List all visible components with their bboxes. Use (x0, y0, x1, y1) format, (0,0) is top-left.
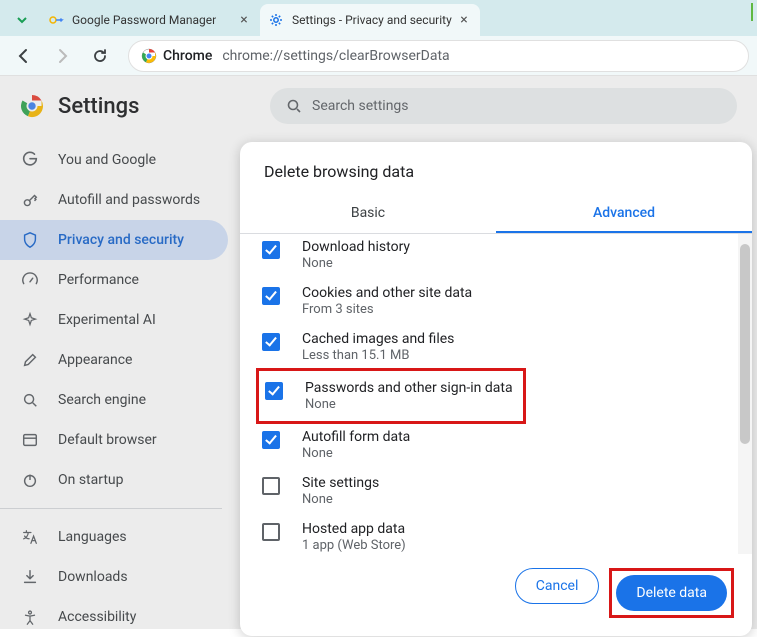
row-site-settings[interactable]: Site settings None (260, 468, 744, 514)
row-secondary: Less than 15.1 MB (302, 348, 454, 363)
row-primary: Cookies and other site data (302, 285, 472, 301)
address-bar[interactable]: Chrome chrome://settings/clearBrowserDat… (128, 40, 749, 72)
delete-data-button[interactable]: Delete data (616, 575, 727, 611)
highlight-annotation: Delete data (609, 568, 734, 618)
row-download-history[interactable]: Download history None (260, 234, 744, 278)
scrollbar-thumb[interactable] (740, 244, 750, 444)
row-secondary: None (302, 492, 379, 507)
tab-title: Google Password Manager (72, 13, 236, 27)
chrome-icon (141, 48, 157, 64)
checkbox[interactable] (262, 241, 280, 259)
row-primary: Cached images and files (302, 331, 454, 347)
dialog-footer: Cancel Delete data (240, 554, 752, 636)
chrome-label: Chrome (163, 48, 212, 64)
tab-title: Settings - Privacy and security (292, 13, 456, 27)
close-icon[interactable]: × (456, 12, 472, 28)
row-secondary: None (305, 397, 513, 412)
tab-settings[interactable]: Settings - Privacy and security × (260, 4, 480, 36)
forward-button[interactable] (46, 40, 78, 72)
row-cookies[interactable]: Cookies and other site data From 3 sites (260, 278, 744, 324)
row-primary: Site settings (302, 475, 379, 491)
row-secondary: From 3 sites (302, 302, 472, 317)
row-primary: Hosted app data (302, 521, 406, 537)
url-text: chrome://settings/clearBrowserData (222, 48, 449, 64)
key-icon (48, 12, 64, 28)
gear-icon (268, 12, 284, 28)
row-passwords[interactable]: Passwords and other sign-in data None (263, 373, 519, 419)
row-secondary: 1 app (Web Store) (302, 538, 406, 553)
checkbox[interactable] (265, 382, 283, 400)
scrollbar[interactable] (738, 234, 752, 554)
row-secondary: None (302, 256, 410, 271)
dialog-tabs: Basic Advanced (240, 195, 752, 234)
row-primary: Download history (302, 239, 410, 255)
checkbox[interactable] (262, 333, 280, 351)
row-cached-images[interactable]: Cached images and files Less than 15.1 M… (260, 324, 744, 370)
checkbox[interactable] (262, 287, 280, 305)
row-hosted-app[interactable]: Hosted app data 1 app (Web Store) (260, 514, 744, 554)
cancel-button[interactable]: Cancel (515, 568, 600, 604)
reload-button[interactable] (84, 40, 116, 72)
toolbar: Chrome chrome://settings/clearBrowserDat… (0, 36, 757, 76)
window-accent (751, 3, 753, 21)
checkbox[interactable] (262, 477, 280, 495)
back-button[interactable] (8, 40, 40, 72)
tab-search-dropdown[interactable] (8, 6, 36, 34)
checkbox[interactable] (262, 523, 280, 541)
delete-browsing-data-dialog: Delete browsing data Basic Advanced Down… (240, 142, 752, 636)
tab-strip: Google Password Manager × Settings - Pri… (0, 0, 757, 36)
checkbox[interactable] (262, 431, 280, 449)
row-primary: Passwords and other sign-in data (305, 380, 513, 396)
row-primary: Autofill form data (302, 429, 410, 445)
tab-password-manager[interactable]: Google Password Manager × (40, 4, 260, 36)
tab-advanced[interactable]: Advanced (496, 195, 752, 233)
dialog-title: Delete browsing data (240, 142, 752, 195)
row-secondary: None (302, 446, 410, 461)
row-autofill[interactable]: Autofill form data None (260, 422, 744, 468)
tab-basic[interactable]: Basic (240, 195, 496, 233)
close-icon[interactable]: × (236, 12, 252, 28)
dialog-body: Download history None Cookies and other … (240, 234, 752, 554)
